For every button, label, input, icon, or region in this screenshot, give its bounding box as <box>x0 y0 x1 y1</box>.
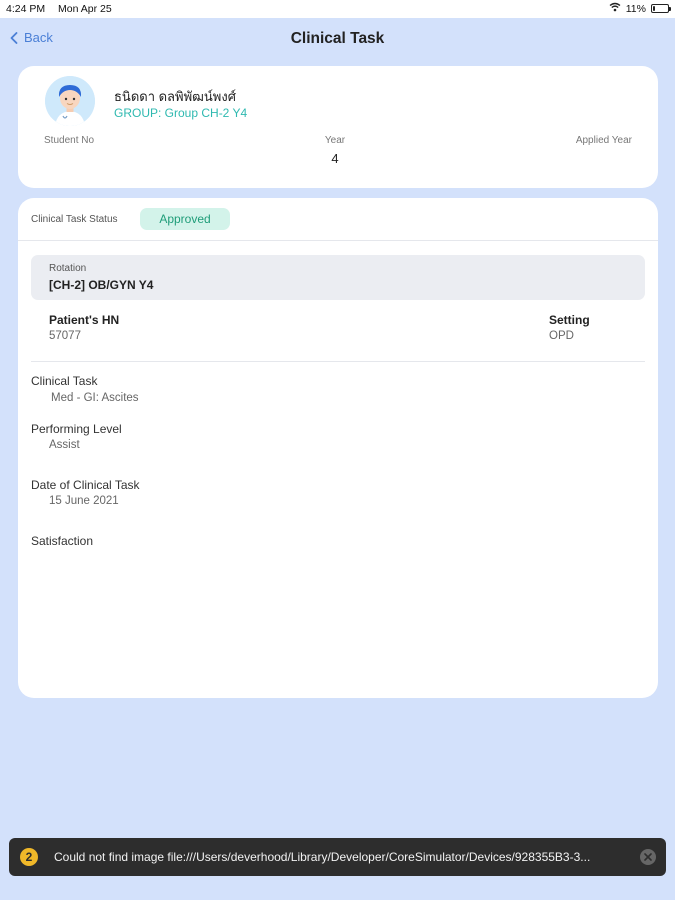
status-time: 4:24 PM <box>6 3 46 15</box>
navigation-bar: Back Clinical Task <box>0 18 675 62</box>
year-label: Year <box>324 135 346 146</box>
battery-percent: 11% <box>625 2 646 15</box>
date-value: 15 June 2021 <box>49 495 119 507</box>
wifi-icon <box>609 2 621 15</box>
divider <box>31 361 645 362</box>
page-title: Clinical Task <box>290 30 385 47</box>
status-date: Mon Apr 25 <box>58 3 112 15</box>
student-profile-card: ธนิดดา ดลพิพัฒน์พงศ์ GROUP: Group CH-2 Y… <box>18 66 658 188</box>
satisfaction-label: Satisfaction <box>31 534 94 548</box>
divider <box>18 240 658 241</box>
warning-message: Could not find image file:///Users/dever… <box>54 850 591 864</box>
performing-level-label: Performing Level <box>31 422 122 436</box>
task-status-label: Clinical Task Status <box>31 214 118 225</box>
student-group: GROUP: Group CH-2 Y4 <box>114 106 248 120</box>
patient-hn-value: 57077 <box>49 330 81 342</box>
student-no-label: Student No <box>44 135 95 146</box>
clinical-task-value: Med - GI: Ascites <box>51 392 139 404</box>
status-badge: Approved <box>140 208 230 230</box>
avatar <box>45 76 95 126</box>
close-icon[interactable] <box>640 849 656 865</box>
patient-hn-label: Patient's HN <box>49 313 120 327</box>
rotation-box: Rotation [CH-2] OB/GYN Y4 <box>31 255 645 300</box>
year-value: 4 <box>331 151 339 166</box>
date-label: Date of Clinical Task <box>31 478 140 492</box>
setting-value: OPD <box>549 330 574 342</box>
battery-icon <box>651 4 671 13</box>
applied-year-label: Applied Year <box>575 135 632 146</box>
status-bar: 4:24 PM Mon Apr 25 11% <box>0 0 675 18</box>
clinical-task-label: Clinical Task <box>31 374 98 388</box>
warning-toast[interactable]: 2 Could not find image file:///Users/dev… <box>9 838 666 876</box>
setting-label: Setting <box>549 313 590 327</box>
rotation-label: Rotation <box>49 263 87 274</box>
warning-count-badge: 2 <box>20 848 38 866</box>
student-name: ธนิดดา ดลพิพัฒน์พงศ์ <box>114 89 236 104</box>
clinical-task-detail-card: Clinical Task Status Approved Rotation [… <box>18 198 658 698</box>
performing-level-value: Assist <box>49 439 80 451</box>
rotation-value: [CH-2] OB/GYN Y4 <box>49 278 154 292</box>
